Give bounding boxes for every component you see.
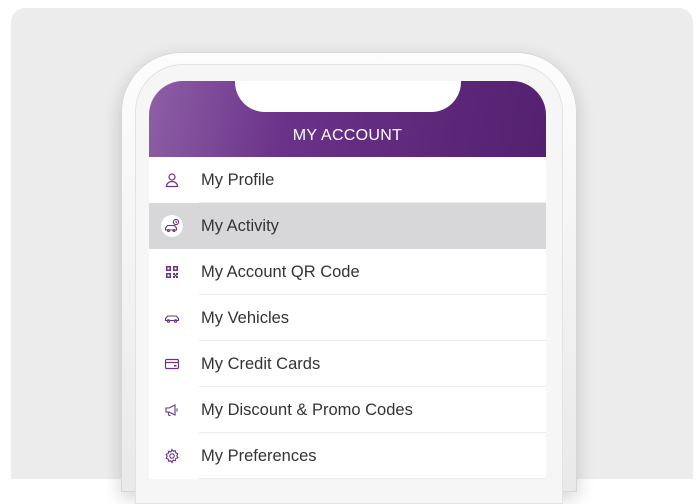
menu-item-label: My Profile xyxy=(201,170,275,189)
menu-item-label: My Preferences xyxy=(201,446,317,465)
menu-item-my-activity[interactable]: My Activity xyxy=(149,203,546,249)
megaphone-icon xyxy=(161,399,183,421)
menu-item-my-preferences[interactable]: My Preferences xyxy=(149,433,546,479)
app-header: MY ACCOUNT xyxy=(149,81,546,157)
car-icon xyxy=(161,307,183,329)
menu-item-label: My Discount & Promo Codes xyxy=(201,400,413,419)
menu-item-qr-code[interactable]: My Account QR Code xyxy=(149,249,546,295)
menu-item-label: My Credit Cards xyxy=(201,354,321,373)
phone-notch xyxy=(235,81,461,112)
credit-card-icon xyxy=(161,353,183,375)
gear-icon xyxy=(161,445,183,467)
menu-item-my-profile[interactable]: My Profile xyxy=(149,157,546,203)
person-icon xyxy=(161,169,183,191)
qr-code-icon xyxy=(161,261,183,283)
phone-screen: MY ACCOUNT My Profile My Activity My Acc… xyxy=(149,81,546,479)
menu-item-label: My Account QR Code xyxy=(201,262,360,281)
menu-item-my-vehicles[interactable]: My Vehicles xyxy=(149,295,546,341)
account-menu: My Profile My Activity My Account QR Cod… xyxy=(149,157,546,479)
page-title: MY ACCOUNT xyxy=(292,127,403,144)
menu-item-label: My Activity xyxy=(201,216,279,235)
menu-item-discount-promo-codes[interactable]: My Discount & Promo Codes xyxy=(149,387,546,433)
menu-item-credit-cards[interactable]: My Credit Cards xyxy=(149,341,546,387)
car-clock-icon xyxy=(161,215,183,237)
menu-item-label: My Vehicles xyxy=(201,308,290,327)
